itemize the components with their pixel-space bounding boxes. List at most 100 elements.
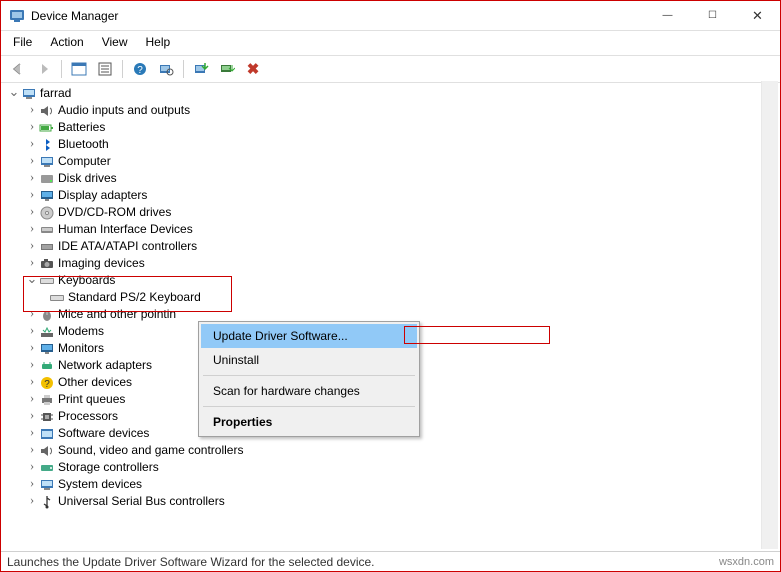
cat-batteries[interactable]: Batteries bbox=[3, 119, 778, 136]
ctx-scan-hardware[interactable]: Scan for hardware changes bbox=[201, 379, 417, 403]
cat-label: Network adapters bbox=[58, 357, 152, 374]
menu-help[interactable]: Help bbox=[144, 33, 173, 51]
cat-label: Processors bbox=[58, 408, 118, 425]
sound-icon bbox=[39, 443, 55, 459]
cat-display[interactable]: Display adapters bbox=[3, 187, 778, 204]
expand-icon[interactable] bbox=[25, 491, 39, 510]
ctx-separator bbox=[203, 406, 415, 407]
hid-icon bbox=[39, 222, 55, 238]
cat-label: Mice and other pointin bbox=[58, 306, 176, 323]
status-bar: Launches the Update Driver Software Wiza… bbox=[1, 551, 780, 571]
ctx-separator bbox=[203, 375, 415, 376]
speaker-icon bbox=[39, 103, 55, 119]
back-button[interactable] bbox=[7, 59, 29, 79]
cat-audio[interactable]: Audio inputs and outputs bbox=[3, 102, 778, 119]
watermark: wsxdn.com bbox=[719, 556, 774, 568]
computer-icon bbox=[39, 154, 55, 170]
cat-usb[interactable]: Universal Serial Bus controllers bbox=[3, 493, 778, 510]
scrollbar[interactable] bbox=[761, 81, 778, 549]
cat-bluetooth[interactable]: Bluetooth bbox=[3, 136, 778, 153]
root-label: farrad bbox=[40, 85, 71, 102]
cat-label: Display adapters bbox=[58, 187, 147, 204]
minimize-button[interactable]: — bbox=[645, 1, 690, 31]
ctx-uninstall[interactable]: Uninstall bbox=[201, 348, 417, 372]
cat-disk[interactable]: Disk drives bbox=[3, 170, 778, 187]
properties-button[interactable] bbox=[94, 59, 116, 79]
title-bar: Device Manager — ☐ ✕ bbox=[1, 1, 780, 31]
cat-sound[interactable]: Sound, video and game controllers bbox=[3, 442, 778, 459]
status-text: Launches the Update Driver Software Wiza… bbox=[7, 555, 375, 569]
storage-icon bbox=[39, 460, 55, 476]
disc-icon bbox=[39, 205, 55, 221]
keyboard-icon bbox=[49, 290, 65, 306]
cat-label: Storage controllers bbox=[58, 459, 159, 476]
usb-icon bbox=[39, 494, 55, 510]
unknown-icon: ? bbox=[39, 375, 55, 391]
printer-icon bbox=[39, 392, 55, 408]
help-button[interactable]: ? bbox=[129, 59, 151, 79]
cat-hid[interactable]: Human Interface Devices bbox=[3, 221, 778, 238]
cat-label: Batteries bbox=[58, 119, 105, 136]
menu-file[interactable]: File bbox=[11, 33, 34, 51]
cat-label: Universal Serial Bus controllers bbox=[58, 493, 225, 510]
cat-label: Keyboards bbox=[58, 272, 115, 289]
item-label: Standard PS/2 Keyboard bbox=[68, 289, 201, 306]
item-standard-ps2-keyboard[interactable]: Standard PS/2 Keyboard bbox=[3, 289, 778, 306]
modem-icon bbox=[39, 324, 55, 340]
camera-icon bbox=[39, 256, 55, 272]
expand-icon[interactable] bbox=[7, 83, 21, 102]
cat-computer[interactable]: Computer bbox=[3, 153, 778, 170]
context-menu: Update Driver Software... Uninstall Scan… bbox=[198, 321, 420, 437]
cat-label: Print queues bbox=[58, 391, 125, 408]
cat-dvd[interactable]: DVD/CD-ROM drives bbox=[3, 204, 778, 221]
scan-hardware-button[interactable] bbox=[155, 59, 177, 79]
software-icon bbox=[39, 426, 55, 442]
display-icon bbox=[39, 188, 55, 204]
cat-label: Bluetooth bbox=[58, 136, 109, 153]
cat-label: Computer bbox=[58, 153, 111, 170]
expand-icon[interactable] bbox=[25, 270, 39, 289]
maximize-button[interactable]: ☐ bbox=[690, 1, 735, 31]
forward-button[interactable] bbox=[33, 59, 55, 79]
network-icon bbox=[39, 358, 55, 374]
menu-action[interactable]: Action bbox=[48, 33, 85, 51]
toolbar-separator bbox=[122, 60, 123, 78]
battery-icon bbox=[39, 120, 55, 136]
toolbar-separator bbox=[183, 60, 184, 78]
cat-label: Other devices bbox=[58, 374, 132, 391]
close-button[interactable]: ✕ bbox=[735, 1, 780, 31]
ide-icon bbox=[39, 239, 55, 255]
cat-imaging[interactable]: Imaging devices bbox=[3, 255, 778, 272]
cat-ide[interactable]: IDE ATA/ATAPI controllers bbox=[3, 238, 778, 255]
app-icon bbox=[9, 8, 25, 24]
update-driver-button[interactable] bbox=[190, 59, 212, 79]
cat-label: Monitors bbox=[58, 340, 104, 357]
uninstall-button[interactable] bbox=[216, 59, 238, 79]
cat-storage[interactable]: Storage controllers bbox=[3, 459, 778, 476]
show-hide-console-tree-button[interactable] bbox=[68, 59, 90, 79]
cat-label: Modems bbox=[58, 323, 104, 340]
cat-label: Audio inputs and outputs bbox=[58, 102, 190, 119]
cat-system[interactable]: System devices bbox=[3, 476, 778, 493]
svg-text:?: ? bbox=[137, 65, 143, 76]
cat-label: IDE ATA/ATAPI controllers bbox=[58, 238, 197, 255]
device-tree[interactable]: farrad Audio inputs and outputs Batterie… bbox=[3, 81, 778, 549]
cat-label: Disk drives bbox=[58, 170, 117, 187]
cat-label: DVD/CD-ROM drives bbox=[58, 204, 171, 221]
menu-view[interactable]: View bbox=[100, 33, 130, 51]
cat-label: Software devices bbox=[58, 425, 149, 442]
cat-keyboards[interactable]: Keyboards bbox=[3, 272, 778, 289]
tree-root[interactable]: farrad bbox=[3, 85, 778, 102]
system-icon bbox=[39, 477, 55, 493]
mouse-icon bbox=[39, 307, 55, 323]
window-title: Device Manager bbox=[31, 9, 645, 23]
keyboard-icon bbox=[39, 273, 55, 289]
delete-button[interactable]: ✖ bbox=[242, 59, 264, 79]
menu-bar: File Action View Help bbox=[1, 31, 780, 56]
cat-label: Imaging devices bbox=[58, 255, 145, 272]
delete-x-icon: ✖ bbox=[247, 60, 260, 78]
ctx-properties[interactable]: Properties bbox=[201, 410, 417, 434]
bluetooth-icon bbox=[39, 137, 55, 153]
cpu-icon bbox=[39, 409, 55, 425]
ctx-update-driver[interactable]: Update Driver Software... bbox=[201, 324, 417, 348]
